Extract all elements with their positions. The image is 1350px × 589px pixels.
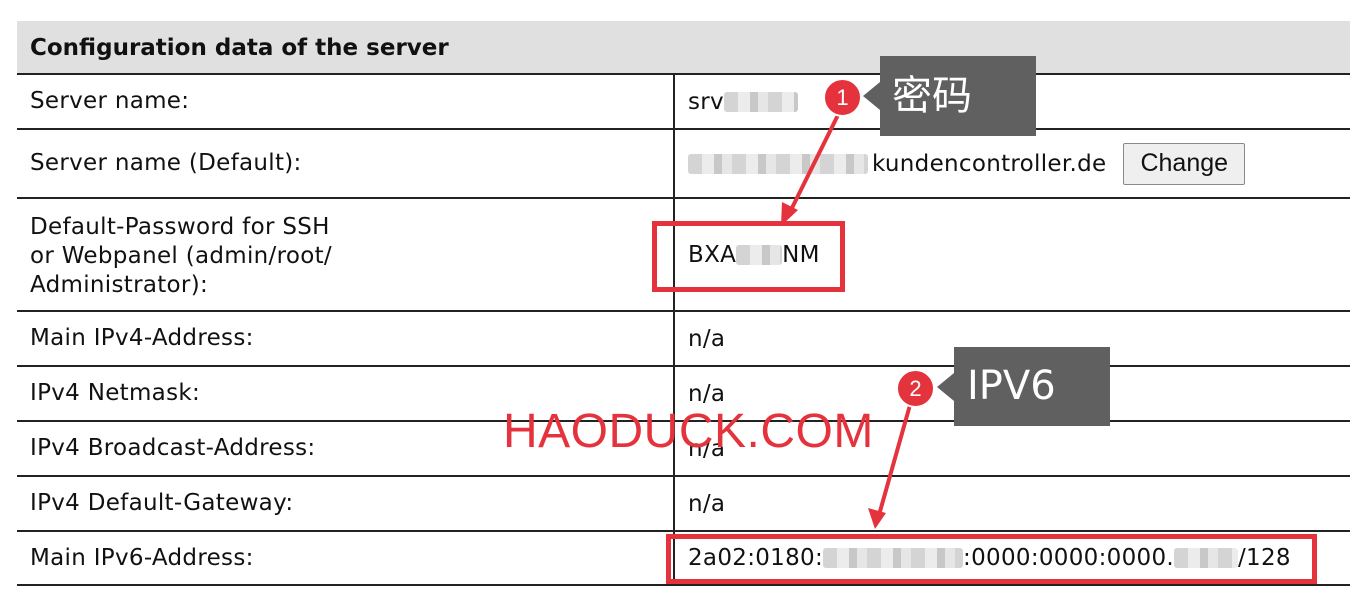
arrowhead-1 (781, 202, 798, 226)
callout-arrows (781, 114, 912, 529)
step-badge-2: 2 (896, 369, 935, 408)
watermark: HAODUCK.COM (503, 405, 874, 458)
callout-tag-password: 密码 (863, 56, 1036, 136)
arrow-line-2 (877, 404, 912, 516)
arrow-line-1 (787, 114, 840, 215)
step-badge-1: 1 (823, 78, 862, 117)
arrowhead-2 (868, 508, 886, 529)
callout-tag-ipv6: IPV6 (937, 347, 1110, 426)
